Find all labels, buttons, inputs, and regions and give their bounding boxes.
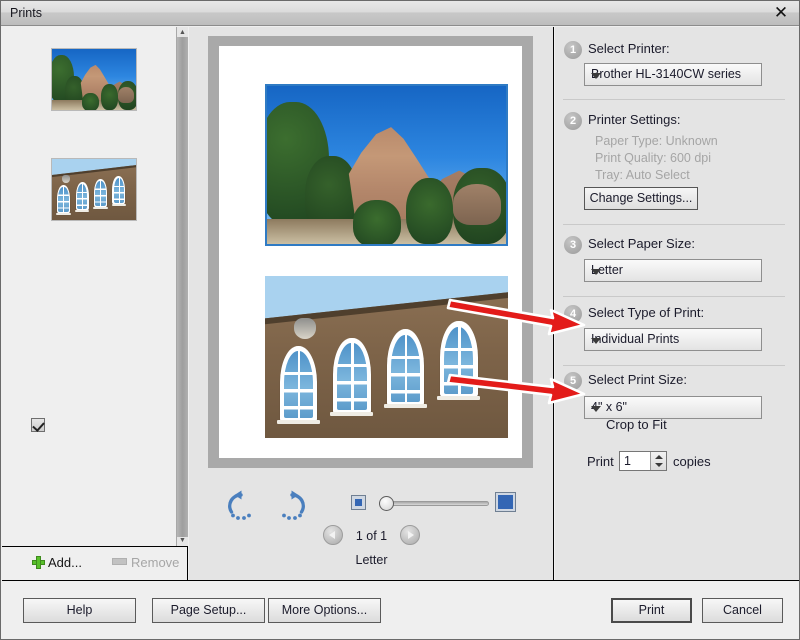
divider-1 xyxy=(563,99,785,100)
print-size-dropdown[interactable]: 4" x 6" xyxy=(584,396,762,419)
help-button[interactable]: Help xyxy=(23,598,136,623)
minus-icon xyxy=(112,558,127,565)
thumbnail-item-1[interactable] xyxy=(51,48,137,111)
thumbnail-item-2[interactable] xyxy=(51,158,137,221)
rotate-right-icon[interactable] xyxy=(275,489,309,521)
zoom-slider-track xyxy=(379,501,489,506)
scroll-down-icon[interactable]: ▼ xyxy=(178,536,187,545)
zoom-small-icon[interactable] xyxy=(351,495,366,510)
plus-icon xyxy=(32,556,45,569)
select-type-of-print-label: Select Type of Print: xyxy=(588,305,705,320)
preview-photo-1[interactable] xyxy=(265,84,508,246)
zoom-large-icon[interactable] xyxy=(495,492,516,512)
page-indicator: 1 of 1 xyxy=(355,529,388,543)
copies-value: 1 xyxy=(624,454,631,468)
remove-button-label: Remove xyxy=(131,555,180,570)
divider-4 xyxy=(563,365,785,366)
paper-size-dropdown[interactable]: Letter xyxy=(584,259,762,282)
scroll-up-icon[interactable]: ▲ xyxy=(178,28,187,37)
print-copies-prefix: Print xyxy=(587,454,614,469)
dialog-button-bar: Help Page Setup... More Options... Print… xyxy=(2,580,799,639)
chevron-right-icon[interactable] xyxy=(399,525,420,545)
printer-settings-label: Printer Settings: xyxy=(588,112,681,127)
chevron-left-icon[interactable] xyxy=(323,525,344,545)
remove-button: Remove xyxy=(112,555,179,570)
print-quality-text: Print Quality: 600 dpi xyxy=(595,151,712,165)
select-print-size-label: Select Print Size: xyxy=(588,372,687,387)
paper-type-text: Paper Type: Unknown xyxy=(595,134,718,148)
crop-to-fit-label: Crop to Fit xyxy=(606,417,667,432)
preview-photo-2[interactable] xyxy=(265,276,508,438)
divider-2 xyxy=(563,224,785,225)
type-of-print-dropdown[interactable]: Individual Prints xyxy=(584,328,762,351)
step-5-badge: 5 xyxy=(564,372,582,390)
print-button[interactable]: Print xyxy=(611,598,692,623)
rotate-left-icon[interactable] xyxy=(224,489,258,521)
more-options-button[interactable]: More Options... xyxy=(268,598,381,623)
zoom-slider[interactable] xyxy=(379,495,489,511)
crop-to-fit-checkbox[interactable] xyxy=(31,418,45,432)
thumbnail-panel xyxy=(2,27,188,546)
chevron-down-icon xyxy=(591,73,601,79)
zoom-slider-handle[interactable] xyxy=(379,496,394,511)
type-of-print-dropdown-value: Individual Prints xyxy=(591,332,680,346)
printer-dropdown-value: Brother HL-3140CW series xyxy=(591,67,742,81)
scrollbar-thumb[interactable] xyxy=(177,37,188,537)
select-printer-label: Select Printer: xyxy=(588,41,670,56)
paper-size-label: Letter xyxy=(355,553,388,567)
select-paper-size-label: Select Paper Size: xyxy=(588,236,695,251)
settings-panel: 1 Select Printer: Brother HL-3140CW seri… xyxy=(555,27,799,580)
stepper-up-icon[interactable] xyxy=(655,455,663,459)
copies-stepper[interactable]: 1 xyxy=(619,451,667,471)
change-settings-button[interactable]: Change Settings... xyxy=(584,187,698,210)
stepper-down-icon[interactable] xyxy=(655,463,663,467)
divider-3 xyxy=(563,296,785,297)
chevron-down-icon xyxy=(591,269,601,275)
thumbnail-scrollbar[interactable]: ▲ ▼ xyxy=(176,27,188,546)
add-remove-bar: Add... Remove xyxy=(2,546,188,580)
title-bar: Prints ✕ xyxy=(1,1,799,26)
paper-sheet xyxy=(219,46,522,458)
close-icon[interactable]: ✕ xyxy=(769,2,793,24)
step-3-badge: 3 xyxy=(564,236,582,254)
add-button-label: Add... xyxy=(48,555,82,570)
step-4-badge: 4 xyxy=(564,305,582,323)
cancel-button[interactable]: Cancel xyxy=(702,598,783,623)
tray-text: Tray: Auto Select xyxy=(595,168,690,182)
step-2-badge: 2 xyxy=(564,112,582,130)
chevron-down-icon xyxy=(591,338,601,344)
step-1-badge: 1 xyxy=(564,41,582,59)
print-copies-suffix: copies xyxy=(673,454,711,469)
window-title: Prints xyxy=(10,6,42,20)
add-button[interactable]: Add... xyxy=(32,555,82,570)
chevron-down-icon xyxy=(591,406,601,412)
page-navigation: 1 of 1 xyxy=(189,525,554,547)
copies-stepper-buttons[interactable] xyxy=(650,452,666,470)
paper-shadow xyxy=(208,36,533,468)
page-setup-button[interactable]: Page Setup... xyxy=(152,598,265,623)
prints-dialog: Prints ✕ ▲ ▼ Add... Remove 1 of 1 Letter… xyxy=(0,0,800,640)
printer-dropdown[interactable]: Brother HL-3140CW series xyxy=(584,63,762,86)
